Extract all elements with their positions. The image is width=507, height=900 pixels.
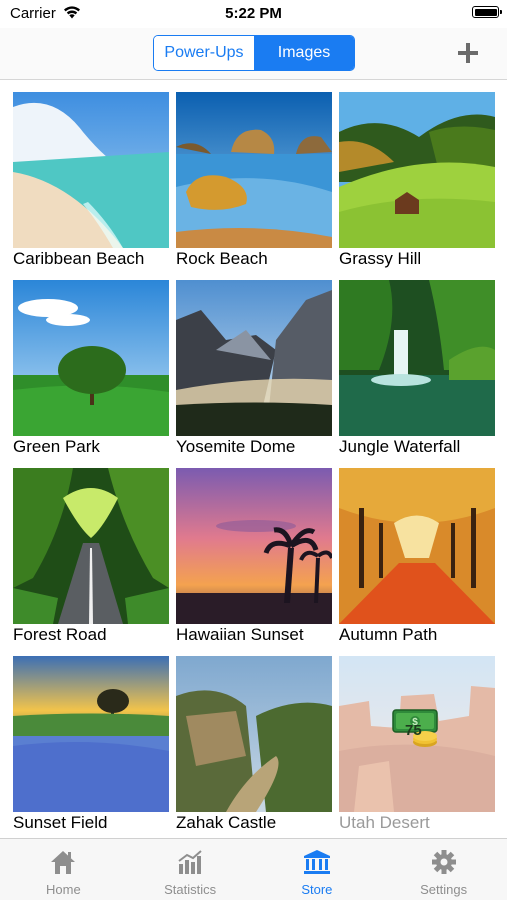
image-tile[interactable]: Rock Beach [176,92,332,274]
image-thumbnail [13,92,169,248]
image-title: Grassy Hill [339,249,422,268]
image-tile-locked[interactable]: $ 75 Utah Desert [339,656,495,838]
image-tile[interactable]: Green Park [13,280,169,462]
image-tile[interactable]: Yosemite Dome [176,280,332,462]
image-title: Rock Beach [176,249,268,268]
navigation-bar: Power-Ups Images [0,28,507,80]
image-title: Yosemite Dome [176,437,296,456]
statistics-icon [176,849,204,875]
image-title: Hawaiian Sunset [176,625,304,644]
image-title: Autumn Path [339,625,438,644]
image-tile[interactable]: Sunset Field [13,656,169,838]
gear-icon [430,849,458,875]
image-tile[interactable]: Caribbean Beach [13,92,169,274]
home-icon [49,849,77,875]
image-title: Sunset Field [13,813,108,832]
segment-images[interactable]: Images [254,36,354,70]
price-label: 75 [405,722,422,739]
status-bar: Carrier 5:22 PM [0,0,507,28]
image-tile[interactable]: Hawaiian Sunset [176,468,332,650]
tab-home[interactable]: Home [0,839,127,900]
store-icon [303,849,331,875]
image-thumbnail [176,468,332,624]
image-title: Caribbean Beach [13,249,145,268]
image-thumbnail [176,656,332,812]
image-thumbnail [176,280,332,436]
image-thumbnail [339,280,495,436]
tab-label: Home [46,882,81,897]
image-thumbnail [13,468,169,624]
image-thumbnail [13,280,169,436]
tab-label: Settings [420,882,468,897]
tab-statistics[interactable]: Statistics [127,839,254,900]
image-tile[interactable]: Forest Road [13,468,169,650]
image-title: Utah Desert [339,813,430,832]
tab-label: Statistics [164,882,217,897]
battery-icon [472,6,502,18]
image-title: Jungle Waterfall [339,437,461,456]
tab-settings[interactable]: Settings [380,839,507,900]
image-title: Green Park [13,437,100,456]
image-title: Zahak Castle [176,813,277,832]
image-thumbnail [13,656,169,812]
image-tile[interactable]: Autumn Path [339,468,495,650]
image-thumbnail [339,92,495,248]
image-thumbnail [176,92,332,248]
segment-power-ups[interactable]: Power-Ups [154,36,254,70]
clock: 5:22 PM [225,5,282,22]
image-tile[interactable]: Jungle Waterfall [339,280,495,462]
tab-store[interactable]: Store [254,839,381,900]
image-thumbnail [339,468,495,624]
tab-label: Store [301,882,333,897]
image-tile[interactable]: Grassy Hill [339,92,495,274]
tab-bar: Home Statistics Store Settings [0,838,507,900]
plus-icon[interactable] [455,40,481,66]
image-title: Forest Road [13,625,107,644]
image-tile[interactable]: Zahak Castle [176,656,332,838]
segmented-control: Power-Ups Images [153,35,355,71]
